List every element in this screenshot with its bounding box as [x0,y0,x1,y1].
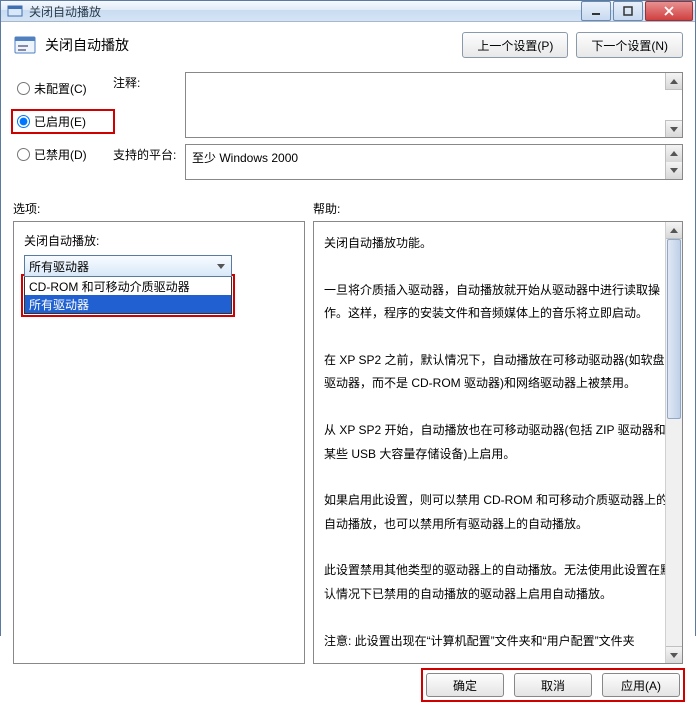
platform-row: 支持的平台: 至少 Windows 2000 [113,144,683,180]
radio-not-configured-input[interactable] [17,82,30,95]
help-scrollbar[interactable] [665,222,682,663]
scroll-down-icon[interactable] [665,162,682,179]
scroll-down-icon[interactable] [666,646,682,663]
scroll-down-icon[interactable] [665,120,682,137]
autoplay-combobox[interactable]: 所有驱动器 [24,255,232,277]
close-button[interactable] [645,1,693,21]
dialog-content: 关闭自动播放 上一个设置(P) 下一个设置(N) 未配置(C) 已启用(E) 已… [1,22,695,708]
list-item[interactable]: CD-ROM 和可移动介质驱动器 [25,277,231,295]
scroll-up-icon[interactable] [665,145,682,162]
dialog-footer: 确定 取消 应用(A) [13,664,683,700]
radio-label: 已启用(E) [34,113,86,130]
help-label: 帮助: [313,200,683,217]
next-setting-button[interactable]: 下一个设置(N) [576,32,683,58]
cancel-button[interactable]: 取消 [514,673,592,697]
page-title: 关闭自动播放 [45,35,462,55]
policy-icon [13,33,37,57]
radio-enabled-input[interactable] [17,115,30,128]
radio-label: 已禁用(D) [34,146,87,163]
titlebar-text: 关闭自动播放 [29,3,581,20]
combo-value: 所有驱动器 [29,258,89,275]
config-area: 未配置(C) 已启用(E) 已禁用(D) 注释: [13,72,683,180]
right-column: 注释: 支持的平台: 至少 Windows 2000 [113,72,683,180]
lower-panels: 关闭自动播放: 所有驱动器 CD-ROM 和可移动介质驱动器 所有驱动器 关闭自… [13,221,683,664]
radio-not-configured[interactable]: 未配置(C) [13,78,113,99]
list-item[interactable]: 所有驱动器 [25,295,231,313]
previous-setting-button[interactable]: 上一个设置(P) [462,32,568,58]
platform-display: 至少 Windows 2000 [185,144,683,180]
combo-label: 关闭自动播放: [24,232,294,249]
options-panel: 关闭自动播放: 所有驱动器 CD-ROM 和可移动介质驱动器 所有驱动器 [13,221,305,664]
apply-button[interactable]: 应用(A) [602,673,680,697]
section-labels: 选项: 帮助: [13,200,683,217]
scrollbar-thumb[interactable] [667,239,681,419]
radio-disabled-input[interactable] [17,148,30,161]
help-panel: 关闭自动播放功能。 一旦将介质插入驱动器，自动播放就开始从驱动器中进行读取操作。… [313,221,683,664]
comment-textarea[interactable] [185,72,683,138]
window-icon [7,3,23,19]
radio-enabled[interactable]: 已启用(E) [13,111,113,132]
comment-label: 注释: [113,72,179,91]
scroll-up-icon[interactable] [666,222,682,239]
ok-button[interactable]: 确定 [426,673,504,697]
group-policy-dialog: 关闭自动播放 关闭自动播放 上一个设置(P) 下一个设置(N) 未配置(C) [0,0,696,636]
titlebar: 关闭自动播放 [1,1,695,22]
scroll-up-icon[interactable] [665,73,682,90]
options-label: 选项: [13,200,313,217]
maximize-button[interactable] [613,1,643,21]
radio-disabled[interactable]: 已禁用(D) [13,144,113,165]
radio-label: 未配置(C) [34,80,87,97]
platform-label: 支持的平台: [113,144,179,163]
minimize-button[interactable] [581,1,611,21]
chevron-down-icon [213,258,229,274]
header-row: 关闭自动播放 上一个设置(P) 下一个设置(N) [13,32,683,58]
autoplay-listbox[interactable]: CD-ROM 和可移动介质驱动器 所有驱动器 [24,277,232,314]
footer-highlight: 确定 取消 应用(A) [423,670,683,700]
platform-value: 至少 Windows 2000 [192,151,298,165]
help-text: 关闭自动播放功能。 一旦将介质插入驱动器，自动播放就开始从驱动器中进行读取操作。… [324,232,672,653]
window-controls [581,1,693,21]
nav-buttons: 上一个设置(P) 下一个设置(N) [462,32,683,58]
state-radio-group: 未配置(C) 已启用(E) 已禁用(D) [13,72,113,180]
comment-row: 注释: [113,72,683,138]
